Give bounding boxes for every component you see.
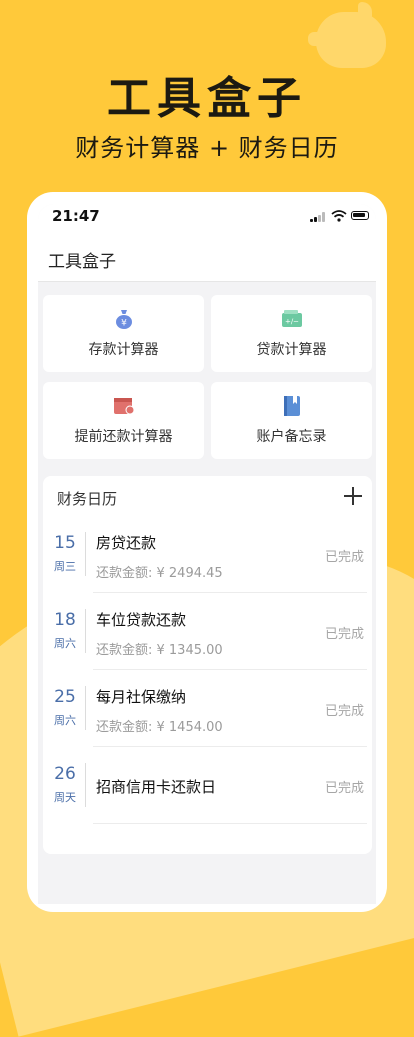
- wifi-icon: [331, 210, 347, 222]
- hero-subtitle: 财务计算器 + 财务日历: [75, 134, 339, 162]
- tool-label: 提前还款计算器: [74, 429, 173, 445]
- event-divider: [85, 686, 86, 730]
- event-title: 招商信用卡还款日: [96, 778, 217, 796]
- phone-frame: 21:47 工具盒子 ¥ 存款计算器 +/− 贷款计算器 提前还款计算器 账户备…: [27, 192, 387, 912]
- event-status: 已完成: [324, 627, 364, 642]
- status-bar: 21:47: [38, 204, 376, 230]
- piggy-bank-icon: [308, 2, 386, 68]
- event-weekday: 周三: [54, 560, 76, 573]
- event-amount: 还款金额: ¥ 1454.00: [96, 720, 223, 735]
- status-time: 21:47: [52, 207, 100, 225]
- event-title: 车位贷款还款: [96, 611, 187, 629]
- event-status: 已完成: [324, 550, 364, 565]
- calendar-event-row[interactable]: 26 周天 招商信用卡还款日 已完成: [43, 747, 372, 824]
- event-title: 房贷还款: [96, 534, 157, 552]
- account-memo-button[interactable]: 账户备忘录: [211, 382, 372, 459]
- svg-text:+/−: +/−: [285, 318, 299, 326]
- add-event-button[interactable]: [342, 485, 364, 507]
- event-amount: 还款金额: ¥ 2494.45: [96, 566, 223, 581]
- event-divider: [85, 532, 86, 576]
- calendar-clock-icon: [114, 398, 135, 415]
- navbar: 工具盒子: [38, 230, 376, 282]
- app-screen: 21:47 工具盒子 ¥ 存款计算器 +/− 贷款计算器 提前还款计算器 账户备…: [38, 204, 376, 904]
- event-day: 18: [54, 610, 76, 630]
- loan-calculator-button[interactable]: +/− 贷款计算器: [211, 295, 372, 372]
- event-weekday: 周六: [54, 637, 76, 650]
- row-separator: [93, 823, 367, 824]
- financial-calendar: 财务日历 15 周三 房贷还款 还款金额: ¥ 2494.45 已完成 18 周…: [43, 476, 372, 854]
- prepayment-calculator-button[interactable]: 提前还款计算器: [43, 382, 204, 459]
- calendar-event-row[interactable]: 15 周三 房贷还款 还款金额: ¥ 2494.45 已完成: [43, 516, 372, 593]
- hero-title: 工具盒子: [107, 73, 307, 124]
- event-status: 已完成: [324, 704, 364, 719]
- calendar-event-row[interactable]: 25 周六 每月社保缴纳 还款金额: ¥ 1454.00 已完成: [43, 670, 372, 747]
- event-weekday: 周天: [54, 791, 76, 804]
- navbar-title: 工具盒子: [48, 252, 116, 272]
- tool-label: 账户备忘录: [256, 429, 327, 445]
- card-calculator-icon: +/−: [282, 310, 302, 327]
- calendar-title: 财务日历: [57, 490, 118, 508]
- tool-label: 存款计算器: [88, 342, 159, 358]
- battery-icon: [351, 211, 369, 220]
- event-day: 25: [54, 687, 76, 707]
- event-title: 每月社保缴纳: [96, 688, 187, 706]
- event-day: 26: [54, 764, 76, 784]
- svg-text:¥: ¥: [121, 319, 127, 329]
- event-weekday: 周六: [54, 714, 76, 727]
- signal-icon: [310, 212, 326, 222]
- money-bag-icon: ¥: [116, 310, 132, 329]
- book-icon: [284, 396, 300, 416]
- event-status: 已完成: [324, 781, 364, 796]
- event-divider: [85, 609, 86, 653]
- event-amount: 还款金额: ¥ 1345.00: [96, 643, 223, 658]
- event-divider: [85, 763, 86, 807]
- event-day: 15: [54, 533, 76, 553]
- calendar-event-row[interactable]: 18 周六 车位贷款还款 还款金额: ¥ 1345.00 已完成: [43, 593, 372, 670]
- tool-label: 贷款计算器: [256, 342, 327, 358]
- deposit-calculator-button[interactable]: ¥ 存款计算器: [43, 295, 204, 372]
